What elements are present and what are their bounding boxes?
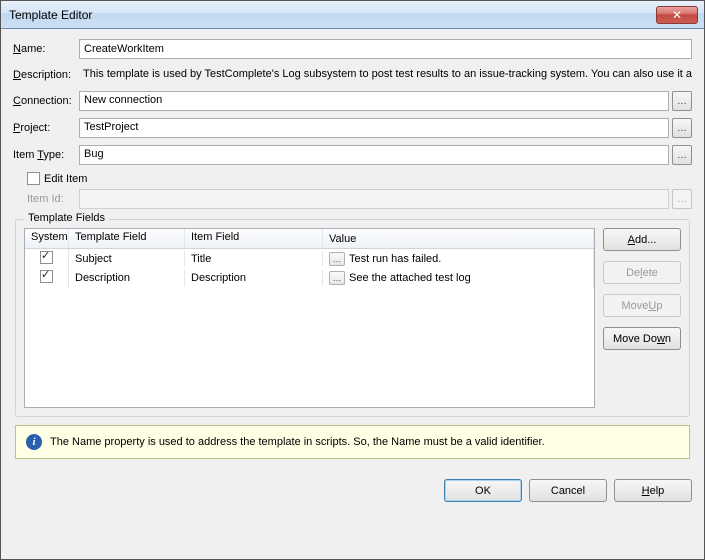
- connection-browse-button[interactable]: …: [672, 91, 692, 111]
- name-input[interactable]: [79, 39, 692, 59]
- table-row[interactable]: Subject Title … Test run has failed.: [25, 249, 594, 268]
- table-row[interactable]: Description Description … See the attache…: [25, 268, 594, 287]
- col-header-template[interactable]: Template Field: [69, 229, 185, 248]
- item-type-browse-button[interactable]: …: [672, 145, 692, 165]
- help-button[interactable]: Help: [614, 479, 692, 502]
- cell-item: Description: [185, 270, 323, 286]
- cell-item: Title: [185, 251, 323, 267]
- item-id-label: Item Id:: [27, 193, 79, 205]
- description-row: Description: This template is used by Te…: [13, 66, 692, 84]
- cell-template: Subject: [69, 251, 185, 267]
- grid-header: System Template Field Item Field Value: [25, 229, 594, 249]
- project-browse-button[interactable]: …: [672, 118, 692, 138]
- item-type-input[interactable]: Bug: [79, 145, 669, 165]
- row-system-checkbox[interactable]: [40, 251, 53, 264]
- item-id-browse-button: …: [672, 189, 692, 209]
- info-text: The Name property is used to address the…: [50, 436, 545, 448]
- move-up-button: Move Up: [603, 294, 681, 317]
- cell-template: Description: [69, 270, 185, 286]
- description-label: Description:: [13, 69, 79, 81]
- value-edit-button[interactable]: …: [329, 252, 345, 266]
- titlebar: Template Editor ✕: [1, 1, 704, 29]
- project-label: Project:: [13, 122, 79, 134]
- close-icon: ✕: [672, 9, 682, 21]
- cell-value: Test run has failed.: [349, 253, 441, 265]
- info-box: i The Name property is used to address t…: [15, 425, 690, 459]
- connection-input[interactable]: New connection: [79, 91, 669, 111]
- project-row: Project: TestProject …: [13, 118, 692, 138]
- description-value[interactable]: This template is used by TestComplete's …: [79, 66, 692, 84]
- info-icon: i: [26, 434, 42, 450]
- dialog-footer: OK Cancel Help: [1, 473, 704, 512]
- connection-row: Connection: New connection …: [13, 91, 692, 111]
- item-type-row: Item Type: Bug …: [13, 145, 692, 165]
- name-label: Name:: [13, 43, 79, 55]
- add-button[interactable]: Add...: [603, 228, 681, 251]
- connection-label: Connection:: [13, 95, 79, 107]
- item-id-input: [79, 189, 669, 209]
- project-input[interactable]: TestProject: [79, 118, 669, 138]
- window-title: Template Editor: [7, 8, 656, 22]
- ok-button[interactable]: OK: [444, 479, 522, 502]
- col-header-item[interactable]: Item Field: [185, 229, 323, 248]
- col-header-system[interactable]: System: [25, 229, 69, 248]
- item-id-row: Item Id: …: [27, 189, 692, 209]
- cell-value: See the attached test log: [349, 272, 471, 284]
- edit-item-row: Edit Item: [27, 172, 692, 185]
- name-row: Name:: [13, 39, 692, 59]
- col-header-value[interactable]: Value: [323, 229, 594, 248]
- cancel-button[interactable]: Cancel: [529, 479, 607, 502]
- dialog-content: Name: Description: This template is used…: [1, 29, 704, 473]
- value-edit-button[interactable]: …: [329, 271, 345, 285]
- item-type-label: Item Type:: [13, 149, 79, 161]
- move-down-button[interactable]: Move Down: [603, 327, 681, 350]
- fields-grid[interactable]: System Template Field Item Field Value S…: [24, 228, 595, 408]
- fields-side-buttons: Add... Delete Move Up Move Down: [603, 228, 681, 408]
- close-button[interactable]: ✕: [656, 6, 698, 24]
- edit-item-label: Edit Item: [44, 173, 87, 185]
- template-fields-legend: Template Fields: [24, 212, 109, 224]
- edit-item-checkbox[interactable]: [27, 172, 40, 185]
- row-system-checkbox[interactable]: [40, 270, 53, 283]
- template-fields-group: Template Fields System Template Field It…: [15, 219, 690, 417]
- delete-button: Delete: [603, 261, 681, 284]
